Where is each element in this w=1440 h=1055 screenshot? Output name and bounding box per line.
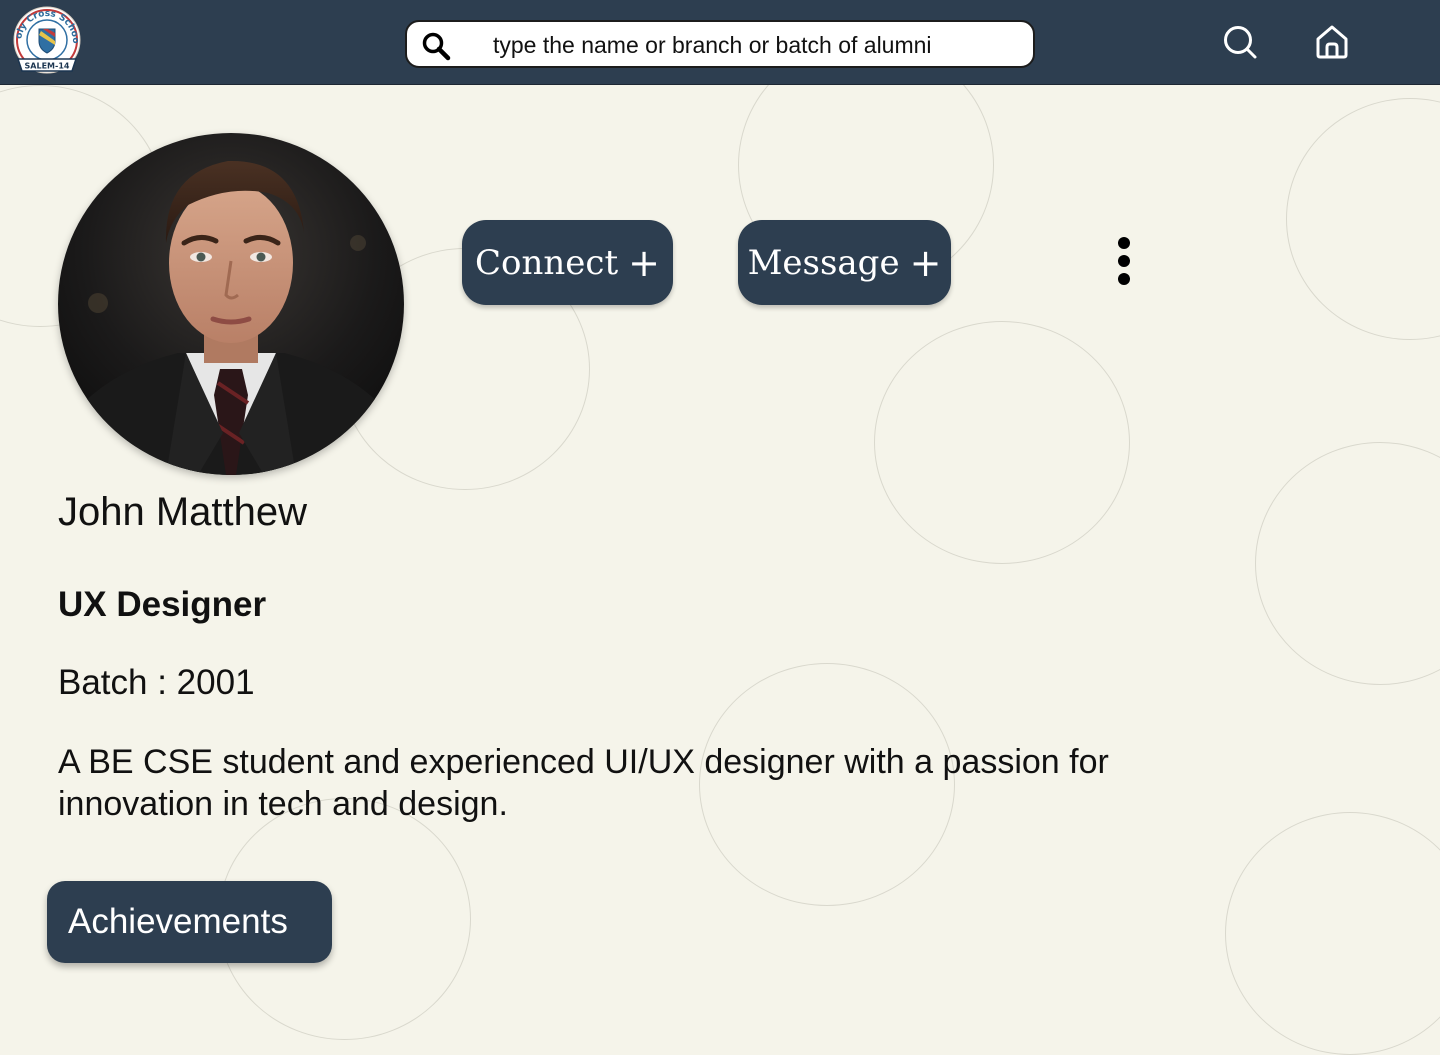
connect-button-label: Connect <box>475 242 619 283</box>
svg-text:SALEM-14: SALEM-14 <box>25 62 70 71</box>
profile-name: John Matthew <box>58 490 308 534</box>
plus-icon: + <box>909 240 942 285</box>
search-icon[interactable] <box>1220 22 1260 62</box>
search-icon[interactable] <box>421 31 451 61</box>
school-logo[interactable]: Holy Cross School SALEM-14 <box>6 0 84 77</box>
achievements-button[interactable]: Achievements <box>47 881 332 963</box>
achievements-button-label: Achievements <box>68 902 288 941</box>
top-navigation-bar: Holy Cross School SALEM-14 <box>0 0 1440 85</box>
message-button-label: Message <box>747 242 900 283</box>
profile-bio: A BE CSE student and experienced UI/UX d… <box>58 743 1109 823</box>
profile-avatar <box>58 133 404 475</box>
plus-icon: + <box>628 240 660 285</box>
profile-batch: Batch : 2001 <box>58 663 255 702</box>
connect-button[interactable]: Connect + <box>462 220 673 305</box>
alumni-search-bar[interactable] <box>405 20 1035 68</box>
search-input[interactable] <box>491 26 995 64</box>
more-vertical-icon[interactable] <box>1110 234 1138 288</box>
message-button[interactable]: Message + <box>738 220 951 305</box>
profile-role: UX Designer <box>58 585 267 624</box>
home-icon[interactable] <box>1312 22 1352 62</box>
